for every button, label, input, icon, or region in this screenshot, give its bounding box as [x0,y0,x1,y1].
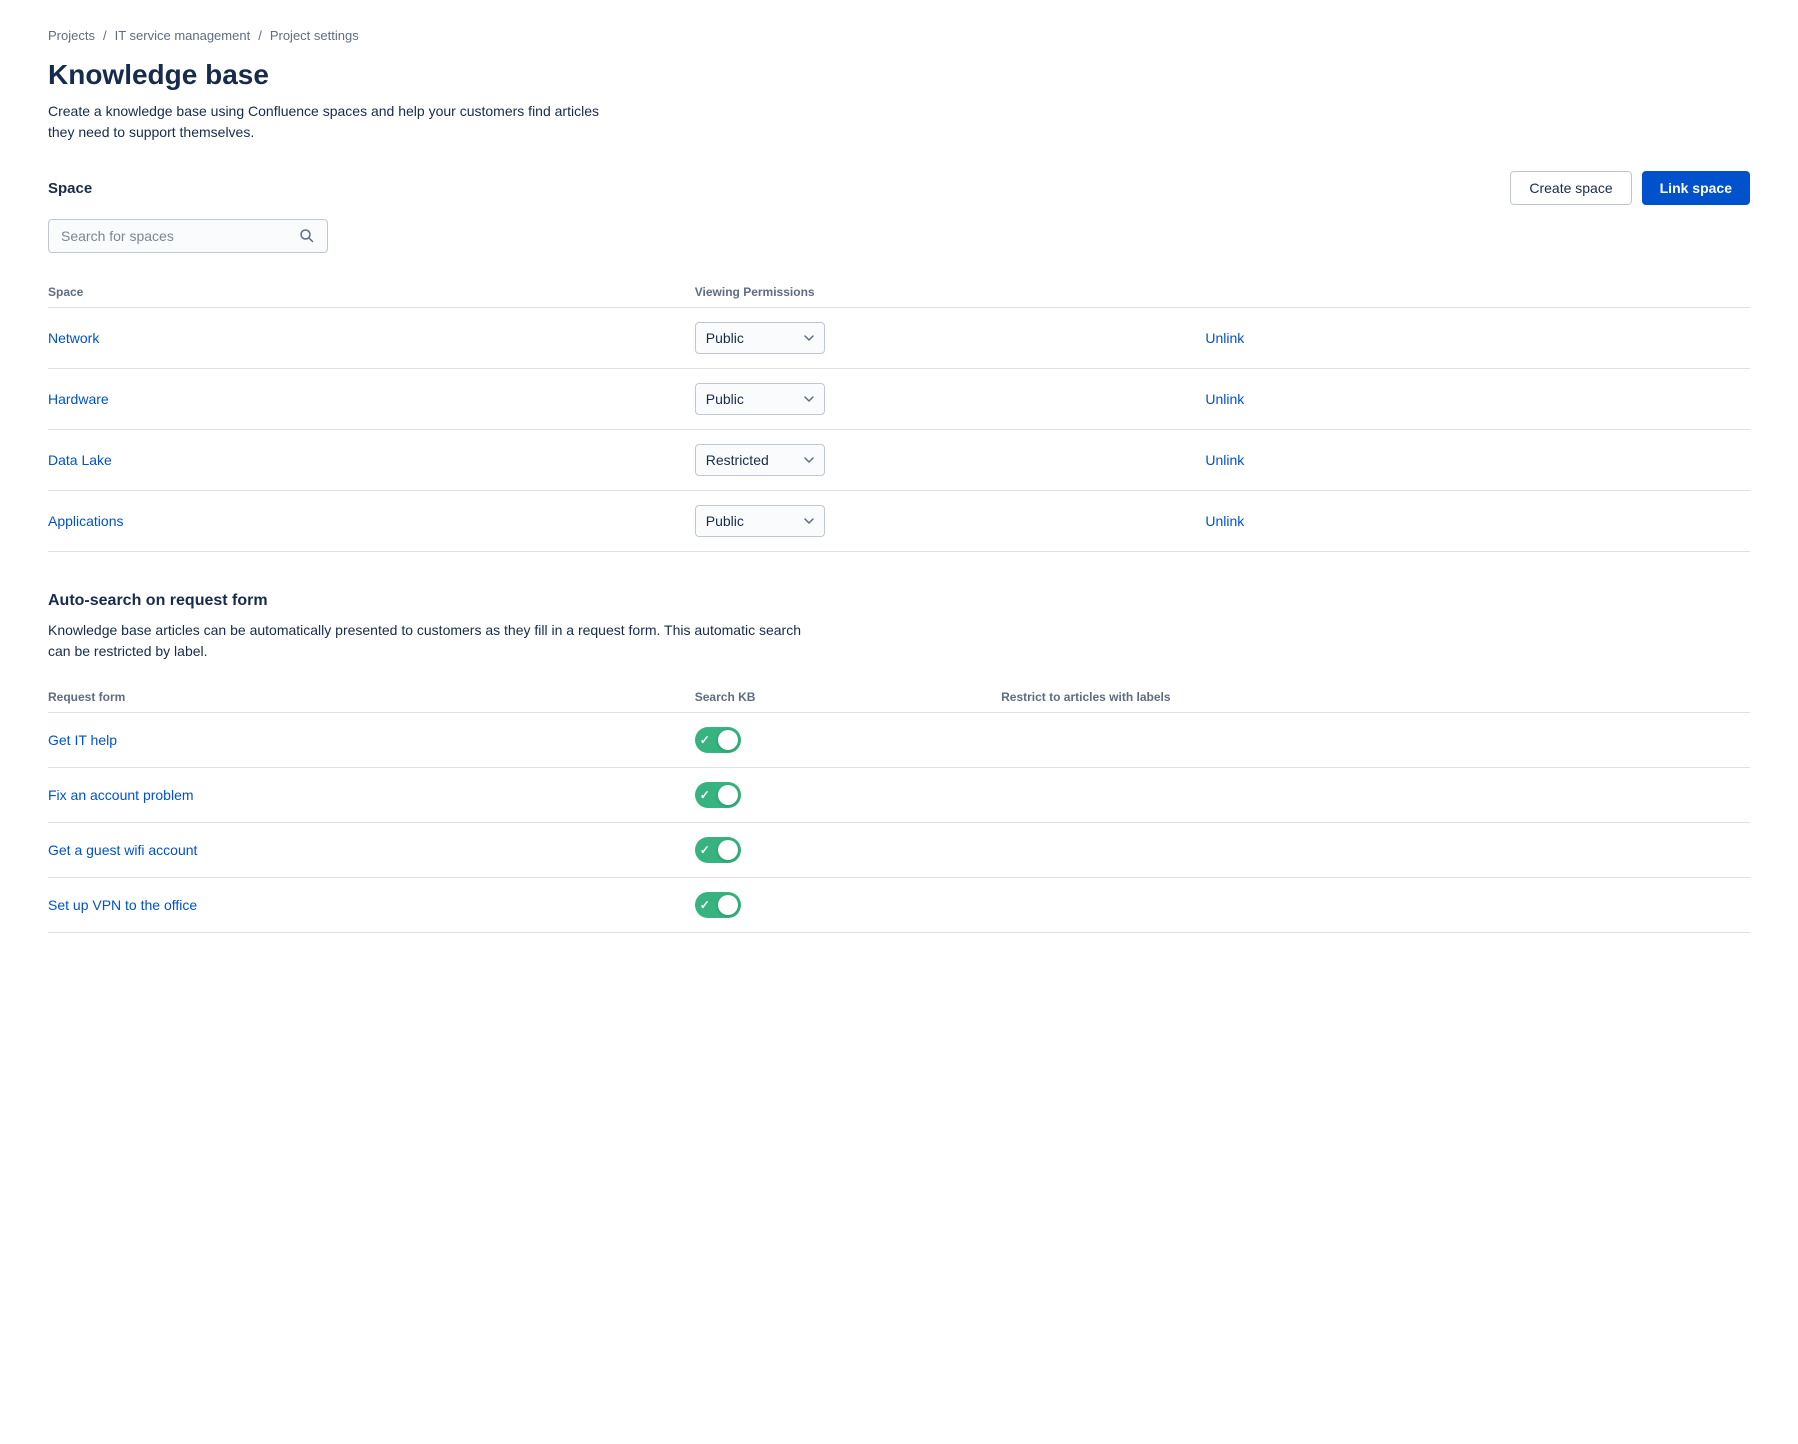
request-table: Request form Search KB Restrict to artic… [48,682,1750,933]
table-row: Get a guest wifi account ✓ [48,823,1750,878]
table-row: Set up VPN to the office ✓ [48,878,1750,933]
table-row: Network PublicRestricted Unlink [48,308,1750,369]
breadcrumb: Projects / IT service management / Proje… [48,28,1750,43]
request-form-link[interactable]: Set up VPN to the office [48,897,197,913]
req-col-restrict: Restrict to articles with labels [1001,682,1750,713]
search-kb-toggle[interactable]: ✓ [695,892,741,918]
space-name-link[interactable]: Hardware [48,391,109,407]
table-row: Applications PublicRestricted Unlink [48,491,1750,552]
auto-search-title: Auto-search on request form [48,592,1750,610]
search-kb-toggle[interactable]: ✓ [695,727,741,753]
create-space-button[interactable]: Create space [1510,171,1631,205]
page-description: Create a knowledge base using Confluence… [48,101,608,143]
table-row: Data Lake PublicRestricted Unlink [48,430,1750,491]
table-row: Fix an account problem ✓ [48,768,1750,823]
permission-select[interactable]: PublicRestricted [695,444,825,476]
permission-select[interactable]: PublicRestricted [695,322,825,354]
breadcrumb-itsm[interactable]: IT service management [115,28,251,43]
auto-search-section: Auto-search on request form Knowledge ba… [48,592,1750,933]
auto-search-description: Knowledge base articles can be automatic… [48,620,808,662]
search-kb-toggle[interactable]: ✓ [695,782,741,808]
breadcrumb-sep-2: / [258,28,262,43]
space-name-link[interactable]: Data Lake [48,452,112,468]
permission-select[interactable]: PublicRestricted [695,505,825,537]
link-space-button[interactable]: Link space [1642,171,1750,205]
spaces-col-space: Space [48,277,695,308]
search-spaces-container [48,219,328,253]
search-spaces-input[interactable] [61,228,299,244]
space-section-label: Space [48,180,92,197]
req-col-search: Search KB [695,682,1001,713]
unlink-button[interactable]: Unlink [1205,330,1244,346]
breadcrumb-projects[interactable]: Projects [48,28,95,43]
search-kb-toggle[interactable]: ✓ [695,837,741,863]
search-icon [299,228,315,244]
request-form-link[interactable]: Get IT help [48,732,117,748]
table-row: Get IT help ✓ [48,713,1750,768]
unlink-button[interactable]: Unlink [1205,513,1244,529]
spaces-table: Space Viewing Permissions Network PublicR… [48,277,1750,552]
breadcrumb-sep-1: / [103,28,107,43]
permission-select[interactable]: PublicRestricted [695,383,825,415]
spaces-col-actions [1205,277,1750,308]
breadcrumb-project-settings[interactable]: Project settings [270,28,359,43]
unlink-button[interactable]: Unlink [1205,391,1244,407]
space-name-link[interactable]: Applications [48,513,124,529]
request-form-link[interactable]: Get a guest wifi account [48,842,197,858]
space-actions: Create space Link space [1510,171,1750,205]
table-row: Hardware PublicRestricted Unlink [48,369,1750,430]
space-name-link[interactable]: Network [48,330,99,346]
spaces-col-permissions: Viewing Permissions [695,277,1206,308]
req-col-form: Request form [48,682,695,713]
unlink-button[interactable]: Unlink [1205,452,1244,468]
request-form-link[interactable]: Fix an account problem [48,787,194,803]
page-title: Knowledge base [48,59,1750,91]
